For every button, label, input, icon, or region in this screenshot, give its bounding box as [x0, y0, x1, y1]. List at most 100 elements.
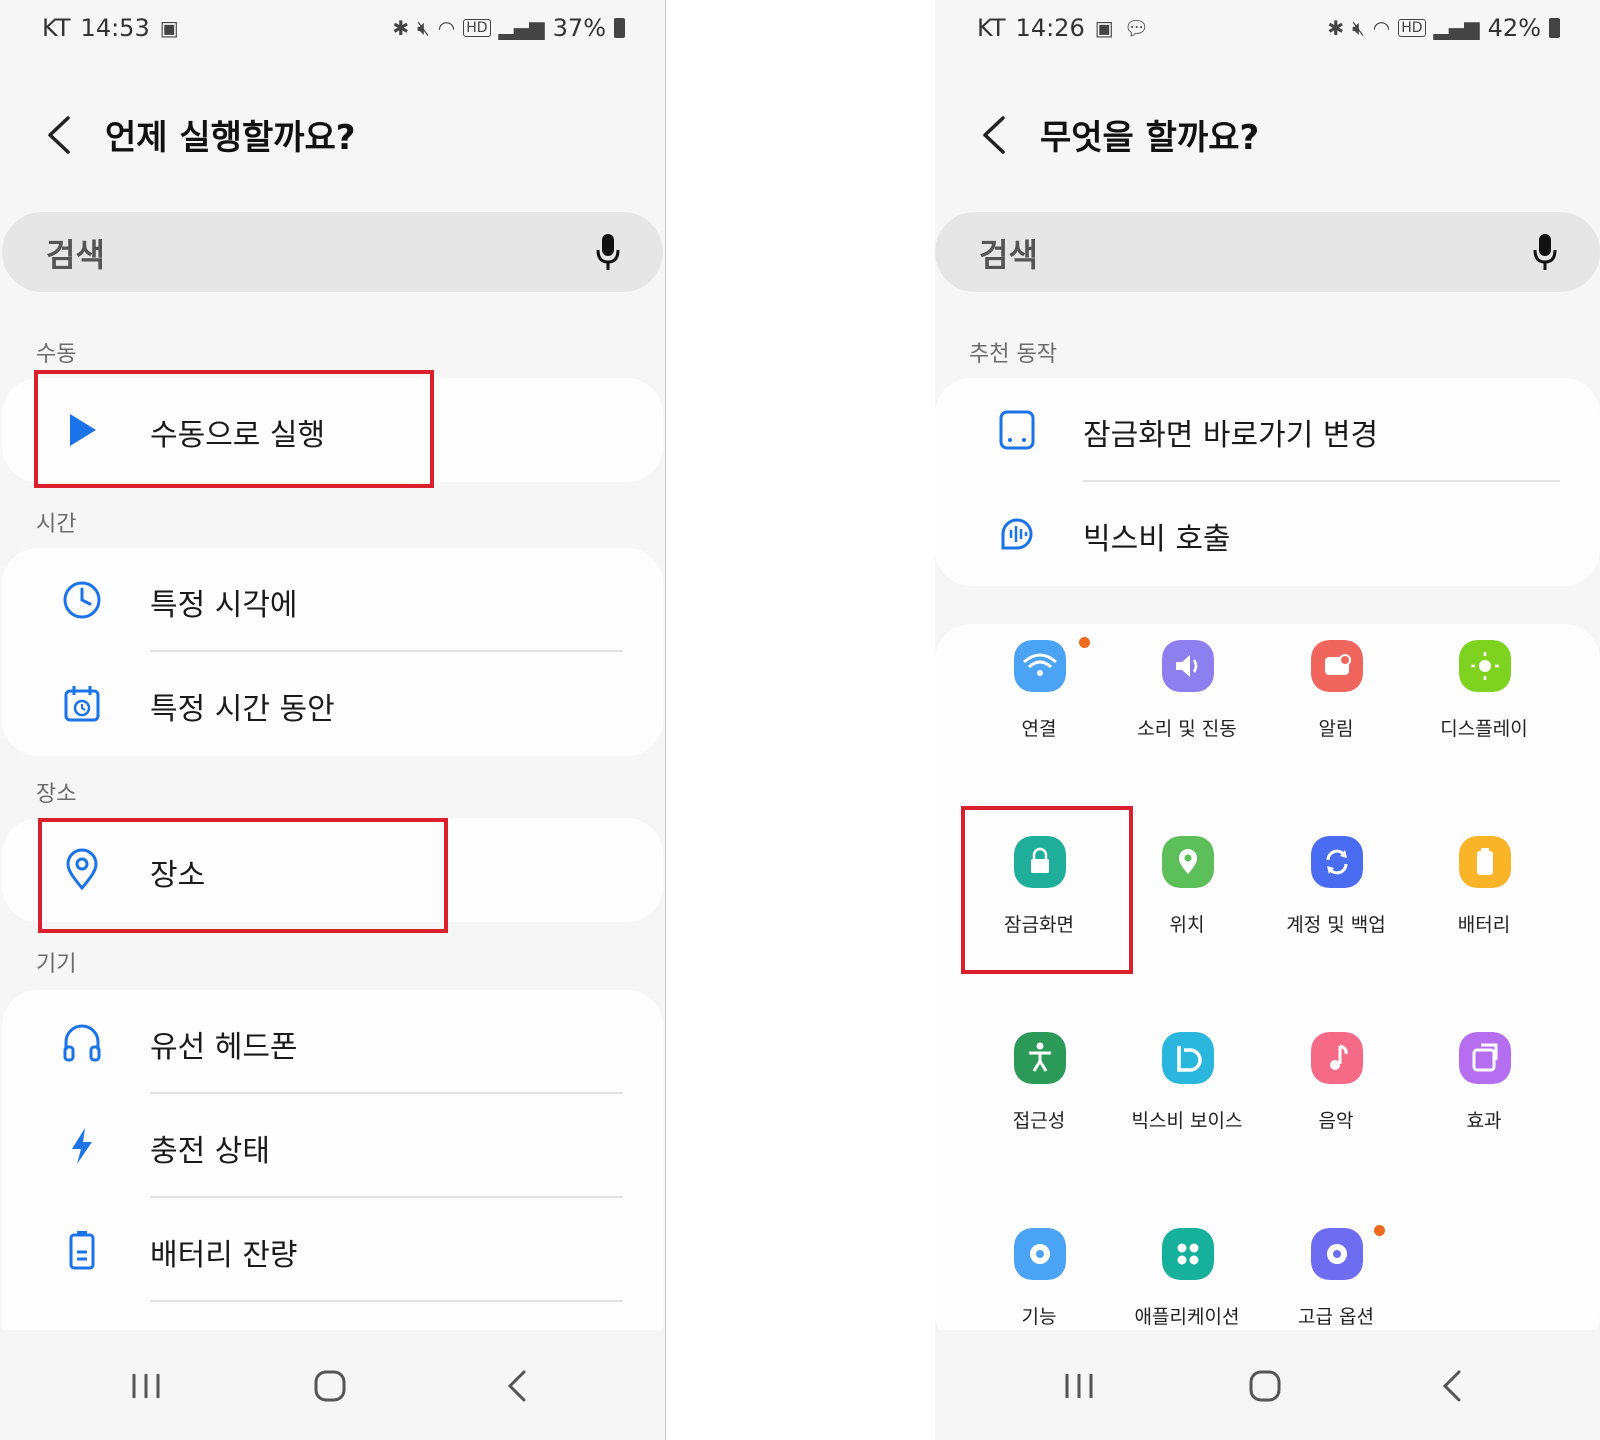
home-button[interactable]	[310, 1366, 350, 1406]
battery-percent: 42%	[1487, 14, 1541, 42]
section-label-device: 기기	[36, 952, 77, 977]
page-title: 무엇을 할까요?	[1040, 118, 1260, 158]
list-item-wired-headphones[interactable]: 유선 헤드폰	[2, 990, 663, 1094]
list-item-label: 유선 헤드폰	[150, 1030, 298, 1065]
search-placeholder: 검색	[979, 236, 1038, 274]
section-label-time: 시간	[36, 512, 77, 537]
time-card: 특정 시각에 특정 시간 동안	[2, 548, 663, 756]
list-item-label: 배터리 잔량	[150, 1238, 298, 1273]
sync-icon	[1311, 836, 1363, 888]
search-bar[interactable]: 검색	[935, 212, 1600, 292]
bixby-voice-icon	[1001, 518, 1033, 550]
carrier: KT	[42, 14, 71, 42]
list-item-bixby-call[interactable]: 빅스비 호출	[935, 482, 1600, 586]
clock-icon	[63, 581, 101, 619]
list-item-time-period[interactable]: 특정 시간 동안	[2, 652, 663, 756]
battery-icon	[69, 1231, 95, 1270]
hd-icon: HD	[1398, 19, 1426, 37]
list-item-battery-level[interactable]: 배터리 잔량	[2, 1198, 663, 1302]
bixby-icon	[1162, 1032, 1214, 1084]
clock: 14:26	[1015, 14, 1085, 42]
grid-item-label: 빅스비 보이스	[1131, 1110, 1243, 1132]
grid-item-accessibility[interactable]: 접근성	[964, 1032, 1114, 1152]
highlight-box	[38, 818, 448, 933]
grid-item-wifi[interactable]: 연결	[964, 640, 1114, 760]
grid-item-label: 애플리케이션	[1134, 1306, 1240, 1328]
back-nav-button[interactable]	[1433, 1366, 1473, 1406]
grid-item-notification[interactable]: 알림	[1261, 640, 1411, 760]
microphone-icon[interactable]	[593, 232, 623, 272]
bluetooth-icon: ✱	[1327, 16, 1345, 40]
calendar-clock-icon	[64, 686, 100, 722]
header: 언제 실행할까요?	[0, 100, 665, 170]
carrier: KT	[977, 14, 1006, 42]
list-item-label: 특정 시각에	[150, 588, 298, 623]
clock: 14:53	[80, 14, 150, 42]
gear-icon	[1014, 1228, 1066, 1280]
battery-status-icon	[614, 18, 625, 38]
back-button[interactable]	[40, 110, 80, 160]
home-button[interactable]	[1245, 1366, 1285, 1406]
navigation-bar	[0, 1330, 665, 1440]
mute-icon: 🔇︎	[1352, 16, 1365, 40]
location-icon	[1162, 836, 1214, 888]
battery-percent: 37%	[552, 14, 606, 42]
search-placeholder: 검색	[46, 236, 105, 274]
effect-icon	[1459, 1032, 1511, 1084]
highlight-box	[961, 806, 1133, 974]
list-item-charging[interactable]: 충전 상태	[2, 1094, 663, 1198]
grid-item-label: 기능	[1021, 1306, 1057, 1328]
grid-item-label: 접근성	[1012, 1110, 1066, 1132]
list-item-specific-time[interactable]: 특정 시각에	[2, 548, 663, 652]
category-grid-card: 연결 소리 및 진동 알림 디스플레이 잠금화면 위치 계정 및 백업 배터리 접근성 빅스비 보…	[935, 624, 1600, 1350]
status-bar: KT 14:26 ▣ 💬︎ ✱ 🔇︎ ◠ HD ▂▄▆ 42%	[935, 8, 1600, 48]
section-label-manual: 수동	[36, 342, 77, 367]
grid-item-location[interactable]: 위치	[1112, 836, 1262, 956]
bluetooth-icon: ✱	[392, 16, 410, 40]
lightning-icon	[72, 1128, 92, 1164]
grid-item-label: 알림	[1318, 718, 1354, 740]
list-item-label: 충전 상태	[150, 1134, 270, 1169]
list-item-label: 특정 시간 동안	[150, 692, 335, 727]
grid-item-effect[interactable]: 효과	[1409, 1032, 1559, 1152]
grid-item-label: 배터리	[1457, 914, 1511, 936]
header: 무엇을 할까요?	[935, 100, 1600, 170]
grid-item-label: 효과	[1466, 1110, 1502, 1132]
music-icon	[1311, 1032, 1363, 1084]
headphones-icon	[63, 1024, 101, 1062]
grid-item-label: 위치	[1169, 914, 1205, 936]
grid-item-label: 계정 및 백업	[1286, 914, 1386, 936]
talk-icon: 💬︎	[1123, 16, 1150, 40]
back-nav-button[interactable]	[498, 1366, 538, 1406]
grid-item-sync[interactable]: 계정 및 백업	[1261, 836, 1411, 956]
search-bar[interactable]: 검색	[2, 212, 663, 292]
back-button[interactable]	[975, 110, 1015, 160]
device-card: 유선 헤드폰 충전 상태 배터리 잔량	[2, 990, 663, 1368]
recommended-card: 잠금화면 바로가기 변경 빅스비 호출	[935, 378, 1600, 586]
gallery-icon: ▣	[159, 16, 179, 40]
new-badge-dot	[1079, 637, 1090, 648]
volume-icon	[1162, 640, 1214, 692]
recent-apps-button[interactable]	[1059, 1366, 1099, 1406]
grid-item-battery[interactable]: 배터리	[1409, 836, 1559, 956]
signal-icon: ▂▄▆	[1433, 16, 1480, 40]
microphone-icon[interactable]	[1530, 232, 1560, 272]
grid-item-sun[interactable]: 디스플레이	[1409, 640, 1559, 760]
recent-apps-button[interactable]	[126, 1366, 166, 1406]
grid-item-bixby[interactable]: 빅스비 보이스	[1112, 1032, 1262, 1152]
list-item-lockscreen-shortcut[interactable]: 잠금화면 바로가기 변경	[935, 378, 1600, 482]
grid-item-music[interactable]: 음악	[1261, 1032, 1411, 1152]
wifi-status-icon: ◠	[1372, 16, 1391, 40]
hd-icon: HD	[463, 19, 491, 37]
list-item-label: 잠금화면 바로가기 변경	[1083, 418, 1379, 453]
left-phone-screen: KT 14:53 ▣ ✱ 🔇︎ ◠ HD ▂▄▆ 37% 언제 실행할까요? 검…	[0, 0, 665, 1440]
advanced-gear-icon	[1311, 1228, 1363, 1280]
grid-item-label: 소리 및 진동	[1137, 718, 1237, 740]
grid-item-volume[interactable]: 소리 및 진동	[1112, 640, 1262, 760]
mute-icon: 🔇︎	[417, 16, 430, 40]
battery-status-icon	[1549, 18, 1560, 38]
grid-item-label: 디스플레이	[1440, 718, 1528, 740]
grid-item-label: 음악	[1318, 1110, 1354, 1132]
gallery-icon: ▣	[1094, 16, 1114, 40]
apps-icon	[1162, 1228, 1214, 1280]
